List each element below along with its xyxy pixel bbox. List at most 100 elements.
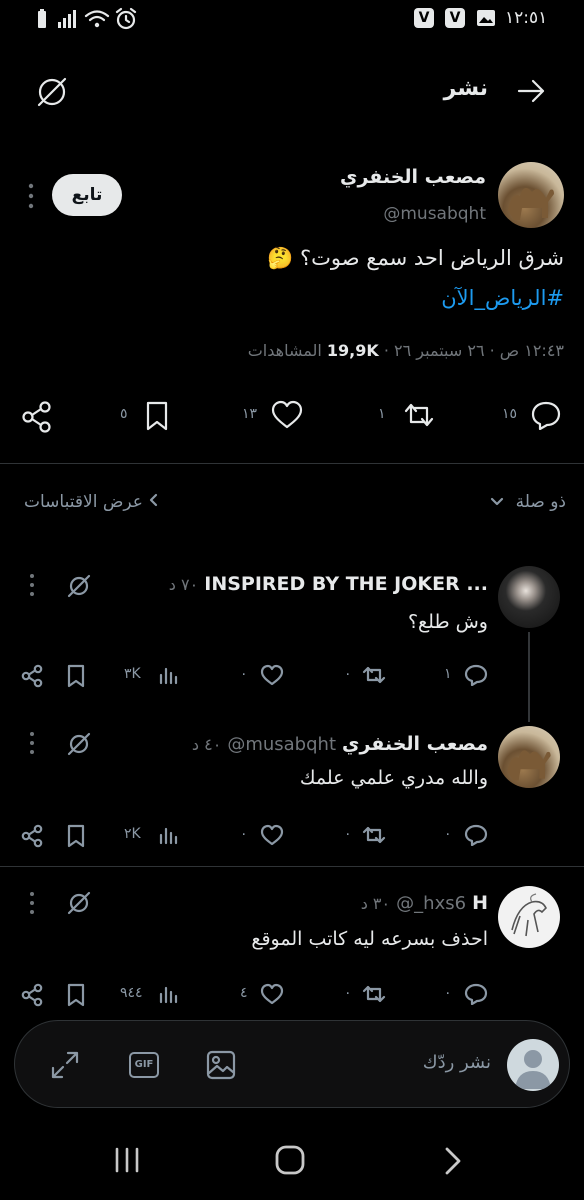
reply-count: ١٥ xyxy=(502,406,518,422)
repost-icon xyxy=(362,826,386,844)
author-avatar[interactable] xyxy=(498,162,564,228)
reply-icon xyxy=(464,664,488,686)
bookmark-icon xyxy=(146,401,168,431)
reply-action[interactable]: ٠ xyxy=(440,981,490,1007)
reply-header: ٧٠ د INSPIRED BY THE JOKER ... xyxy=(120,573,488,595)
reply-composer[interactable]: نشر ردّك GIF xyxy=(14,1020,570,1108)
repost-action[interactable]: ٠ xyxy=(340,822,390,848)
views-icon xyxy=(159,827,178,845)
repost-count: ٠ xyxy=(344,666,352,682)
share-icon[interactable] xyxy=(20,824,44,848)
camel-picture xyxy=(508,187,554,220)
signal-icon xyxy=(58,10,76,28)
reply-icon xyxy=(464,824,488,846)
status-bar: ١٢:٥١ V V xyxy=(0,0,584,40)
grok-icon[interactable] xyxy=(66,890,92,916)
grok-icon[interactable] xyxy=(66,573,92,599)
reply-text: احذف بسرعه ليه كاتب الموقع xyxy=(251,928,488,950)
bookmark-action[interactable]: ٥ xyxy=(118,398,178,434)
post-text-line: شرق الرياض احد سمع صوت؟ 🤔 xyxy=(200,246,564,271)
like-action[interactable]: ٤ xyxy=(236,981,286,1007)
reply-author-name[interactable]: H xyxy=(472,892,488,914)
grok-icon[interactable] xyxy=(34,74,70,110)
like-count: ١٣ xyxy=(242,406,258,422)
show-quotes-label: عرض الاقتباسات xyxy=(24,492,143,512)
like-action[interactable]: ١٣ xyxy=(240,398,310,434)
repost-icon xyxy=(362,985,386,1003)
reply-count: ٠ xyxy=(444,826,452,842)
reply-input[interactable]: نشر ردّك xyxy=(331,1052,491,1073)
views-label: المشاهدات xyxy=(247,341,322,360)
share-icon[interactable] xyxy=(20,983,44,1007)
more-options-icon[interactable] xyxy=(26,182,36,210)
reply-avatar[interactable] xyxy=(498,726,560,788)
repost-count: ١ xyxy=(378,406,386,422)
bookmark-icon[interactable] xyxy=(66,664,86,688)
more-options-icon[interactable] xyxy=(28,572,36,598)
reply-time: ٧٠ د xyxy=(168,575,199,594)
views-count: ٢K xyxy=(124,826,141,842)
reply-action[interactable]: ١٥ xyxy=(496,398,566,434)
reply-icon xyxy=(464,983,488,1005)
heart-icon xyxy=(271,400,303,429)
reply-avatar[interactable] xyxy=(498,886,560,948)
chevron-down-icon xyxy=(491,497,504,506)
reply-icon xyxy=(531,401,561,430)
views-action[interactable]: ٣K xyxy=(124,662,180,688)
like-action[interactable]: ٠ xyxy=(236,822,286,848)
author-handle[interactable]: @musabqht xyxy=(300,204,486,224)
reply-text: وش طلع؟ xyxy=(407,611,488,633)
post-time: ١٢:٤٣ ص xyxy=(499,341,564,360)
share-icon[interactable] xyxy=(20,400,54,434)
repost-icon xyxy=(362,666,386,684)
repost-icon xyxy=(404,403,434,427)
author-name[interactable]: مصعب الخنفري xyxy=(250,166,486,188)
camel-picture xyxy=(507,750,551,781)
reply-action[interactable]: ٠ xyxy=(440,822,490,848)
grok-icon[interactable] xyxy=(66,731,92,757)
repost-action[interactable]: ٠ xyxy=(340,662,390,688)
repost-action[interactable]: ١ xyxy=(372,398,442,434)
thinking-emoji: 🤔 xyxy=(267,246,294,270)
relevance-sort[interactable]: ذو صلة xyxy=(440,492,566,512)
bookmark-icon[interactable] xyxy=(66,983,86,1007)
reply-author-name[interactable]: مصعب الخنفري xyxy=(342,733,488,755)
app-icon-v1: V xyxy=(445,8,465,28)
like-count: ٠ xyxy=(240,666,248,682)
more-options-icon[interactable] xyxy=(28,730,36,756)
reply-time: ٣٠ د xyxy=(360,894,391,913)
repost-action[interactable]: ٠ xyxy=(340,981,390,1007)
reply-avatar[interactable] xyxy=(498,566,560,628)
views-action[interactable]: ٩٤٤ xyxy=(120,981,180,1007)
home-icon[interactable] xyxy=(274,1144,306,1176)
expand-icon[interactable] xyxy=(49,1049,81,1081)
gif-button[interactable]: GIF xyxy=(129,1052,159,1078)
bookmark-icon[interactable] xyxy=(66,824,86,848)
reply-author-handle[interactable]: @musabqht xyxy=(227,734,336,755)
views-icon xyxy=(159,986,178,1004)
divider xyxy=(0,463,584,464)
image-icon[interactable] xyxy=(205,1049,237,1081)
reply-author-name[interactable]: INSPIRED BY THE JOKER ... xyxy=(204,573,488,595)
back-arrow-icon[interactable] xyxy=(515,76,547,106)
bookmark-count: ٥ xyxy=(120,406,128,422)
like-action[interactable]: ٠ xyxy=(236,662,286,688)
more-options-icon[interactable] xyxy=(28,890,36,916)
views-action[interactable]: ٢K xyxy=(124,822,180,848)
share-icon[interactable] xyxy=(20,664,44,688)
reply-count: ٠ xyxy=(444,985,452,1001)
reply-author-handle[interactable]: @_hxs6 xyxy=(396,893,466,914)
back-icon[interactable] xyxy=(442,1146,464,1176)
gallery-icon xyxy=(477,10,495,26)
follow-button[interactable]: تابع xyxy=(52,174,122,216)
default-user-icon xyxy=(515,1050,551,1089)
composer-avatar xyxy=(507,1039,559,1091)
thread-line xyxy=(528,632,530,722)
heart-icon xyxy=(260,664,284,686)
reply-header: ٣٠ د @_hxs6 H xyxy=(120,892,488,914)
post-hashtag[interactable]: #الرياض_الآن xyxy=(300,286,564,310)
reply-action[interactable]: ١ xyxy=(440,662,490,688)
recent-apps-icon[interactable] xyxy=(112,1146,142,1174)
show-quotes[interactable]: عرض الاقتباسات xyxy=(24,492,224,512)
post-date: ٢٦ سبتمبر ٢٦ xyxy=(394,341,485,360)
